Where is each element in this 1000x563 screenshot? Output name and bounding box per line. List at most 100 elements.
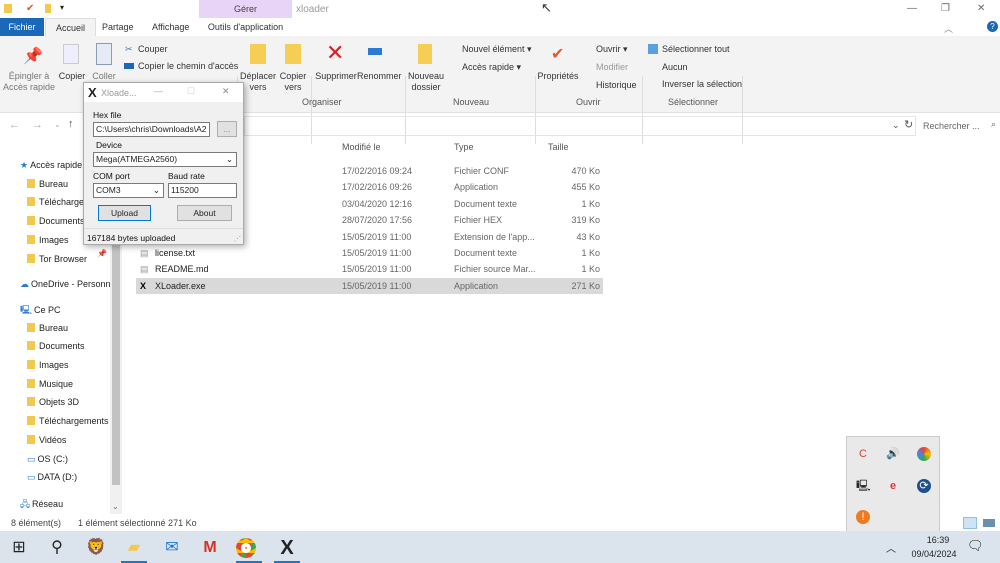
about-button[interactable]: About — [177, 205, 232, 221]
tab-partage[interactable]: Partage — [92, 18, 144, 36]
avast-icon[interactable]: ! — [856, 510, 870, 524]
gmail-icon[interactable]: M — [197, 535, 223, 561]
forward-button[interactable]: → — [32, 119, 43, 131]
delete-button[interactable]: Supprimer — [314, 71, 358, 82]
select-all-button[interactable]: Sélectionner tout — [662, 44, 730, 55]
pin-button[interactable]: Épingler à Accès rapide — [2, 71, 56, 93]
file-row[interactable]: X XLoader.exe 15/05/2019 11:00 Applicati… — [136, 277, 603, 294]
show-hidden-icons-button[interactable]: ︿ — [886, 540, 896, 555]
help-icon[interactable]: ? — [987, 21, 998, 32]
restore-button[interactable]: ❐ — [941, 3, 950, 14]
copy-button[interactable]: Copier — [58, 71, 86, 82]
scroll-down-arrow[interactable]: ⌄ — [112, 502, 119, 511]
large-icons-view-button[interactable] — [983, 519, 995, 527]
new-folder-qat-icon[interactable] — [45, 4, 51, 13]
move-to-button[interactable]: Déplacer vers — [240, 71, 276, 93]
qat-dropdown-icon[interactable]: ▾ — [60, 3, 64, 12]
baud-rate-input[interactable]: 115200 — [168, 183, 237, 198]
sidebar-item[interactable]: ▭ DATA (D:) — [27, 472, 110, 483]
mail-icon[interactable]: ✉ — [159, 535, 185, 561]
tab-affichage[interactable]: Affichage — [142, 18, 199, 36]
file-size: 319 Ko — [571, 215, 600, 226]
clock-date[interactable]: 09/04/2024 — [906, 549, 962, 559]
com-port-select[interactable]: COM3 ⌄ — [93, 183, 164, 198]
sidebar-item[interactable]: Musique — [27, 379, 110, 389]
quick-access-button[interactable]: Accès rapide ▾ — [462, 62, 521, 73]
search-taskbar-icon[interactable]: ⚲ — [44, 535, 70, 561]
open-button[interactable]: Ouvrir ▾ — [596, 44, 628, 55]
xloader-taskbar-icon[interactable]: X — [274, 535, 300, 561]
start-button[interactable]: ⊞ — [6, 535, 32, 561]
file-icon: ▤ — [140, 264, 149, 275]
new-item-button[interactable]: Nouvel élément ▾ — [462, 44, 532, 55]
chrome-icon[interactable] — [236, 538, 256, 558]
device-select[interactable]: Mega(ATMEGA2560) ⌄ — [93, 152, 237, 167]
expressvpn-icon[interactable]: e — [886, 479, 900, 493]
notifications-icon[interactable]: 🗨 — [967, 538, 984, 554]
column-header-modified[interactable]: Modifié le — [342, 142, 381, 152]
brave-browser-icon[interactable]: 🦁 — [83, 535, 109, 561]
sidebar-item[interactable]: Objets 3D — [27, 397, 110, 407]
details-view-button[interactable] — [963, 517, 977, 529]
up-button[interactable]: ↑ — [68, 118, 74, 130]
google-app-icon[interactable] — [917, 447, 931, 461]
resize-grip-icon[interactable]: ⋰ — [234, 235, 241, 243]
select-none-button[interactable]: Aucun — [662, 62, 688, 73]
dialog-minimize[interactable]: — — [154, 86, 163, 96]
sidebar-item[interactable]: Vidéos — [27, 435, 110, 445]
file-row[interactable]: ▤ license.txt 15/05/2019 11:00 Document … — [136, 245, 603, 261]
folder-icon — [27, 416, 35, 425]
file-explorer-icon[interactable]: ▰ — [121, 535, 147, 561]
sidebar-item[interactable]: Documents — [27, 341, 110, 351]
ccleaner-icon[interactable]: C — [856, 447, 870, 461]
cut-button[interactable]: Couper — [138, 44, 168, 55]
dialog-close[interactable]: ✕ — [222, 86, 230, 97]
column-header-type[interactable]: Type — [454, 142, 474, 152]
collapse-ribbon-icon[interactable]: ︿ — [944, 22, 953, 35]
copy-path-button[interactable]: Copier le chemin d'accès — [138, 61, 238, 72]
sidebar-item[interactable]: Téléchargements — [27, 416, 110, 426]
context-tab-manage[interactable]: Gérer — [199, 0, 292, 18]
new-folder-button[interactable]: Nouveau dossier — [408, 71, 444, 93]
tab-outils-application[interactable]: Outils d'application — [199, 18, 292, 36]
upload-button[interactable]: Upload — [98, 205, 151, 221]
sidebar-item[interactable]: 🖳 Ce PC — [20, 303, 110, 319]
item-count: 8 élément(s) — [11, 518, 62, 528]
properties-qat-icon[interactable]: ✔ — [26, 3, 34, 14]
network-icon[interactable]: 🖳 — [856, 479, 871, 493]
volume-icon[interactable]: 🔊 — [886, 447, 900, 461]
minimize-button[interactable]: — — [907, 3, 917, 14]
folder-icon — [27, 197, 35, 206]
dialog-maximize[interactable]: ☐ — [187, 86, 195, 97]
folder-icon — [4, 4, 12, 13]
history-button[interactable]: Historique — [596, 80, 637, 91]
sidebar-item[interactable]: Images — [27, 360, 110, 370]
new-item-label: Nouvel élément — [462, 44, 525, 54]
column-header-size[interactable]: Taille — [548, 142, 569, 152]
search-input[interactable]: Rechercher ... ⌕ — [918, 118, 998, 134]
tab-accueil[interactable]: Accueil — [45, 18, 97, 36]
close-button[interactable]: ✕ — [977, 3, 985, 14]
mouse-cursor-icon: ↖ — [541, 0, 552, 15]
address-bar[interactable] — [244, 116, 916, 136]
back-button[interactable]: ← — [9, 119, 20, 131]
clock-time[interactable]: 16:39 — [918, 535, 958, 545]
recent-dropdown[interactable]: ⌄ — [54, 120, 61, 129]
browse-button[interactable]: ... — [217, 121, 237, 137]
sidebar-item[interactable]: Bureau — [27, 323, 110, 333]
sidebar-item[interactable]: 🖧 Réseau — [20, 497, 110, 513]
refresh-icon[interactable]: ↻ — [904, 118, 913, 131]
file-row[interactable]: ▤ README.md 15/05/2019 11:00 Fichier sou… — [136, 261, 603, 277]
sidebar-item[interactable]: ▭ OS (C:) — [27, 454, 110, 465]
sidebar-item[interactable]: ☁ OneDrive - Personnel — [20, 279, 110, 290]
properties-button[interactable]: Propriétés — [537, 71, 579, 82]
invert-selection-button[interactable]: Inverser la sélection — [662, 79, 742, 90]
app-blue-icon[interactable]: ⟳ — [917, 479, 931, 493]
paste-button[interactable]: Coller — [90, 71, 118, 82]
address-dropdown-icon[interactable]: ⌄ — [892, 120, 900, 131]
rename-button[interactable]: Renommer — [357, 71, 402, 82]
edit-button[interactable]: Modifier — [596, 62, 628, 73]
copy-to-button[interactable]: Copier vers — [277, 71, 309, 93]
tab-fichier[interactable]: Fichier — [0, 18, 44, 36]
hex-file-input[interactable]: C:\Users\chris\Downloads\A2 — [93, 122, 210, 137]
